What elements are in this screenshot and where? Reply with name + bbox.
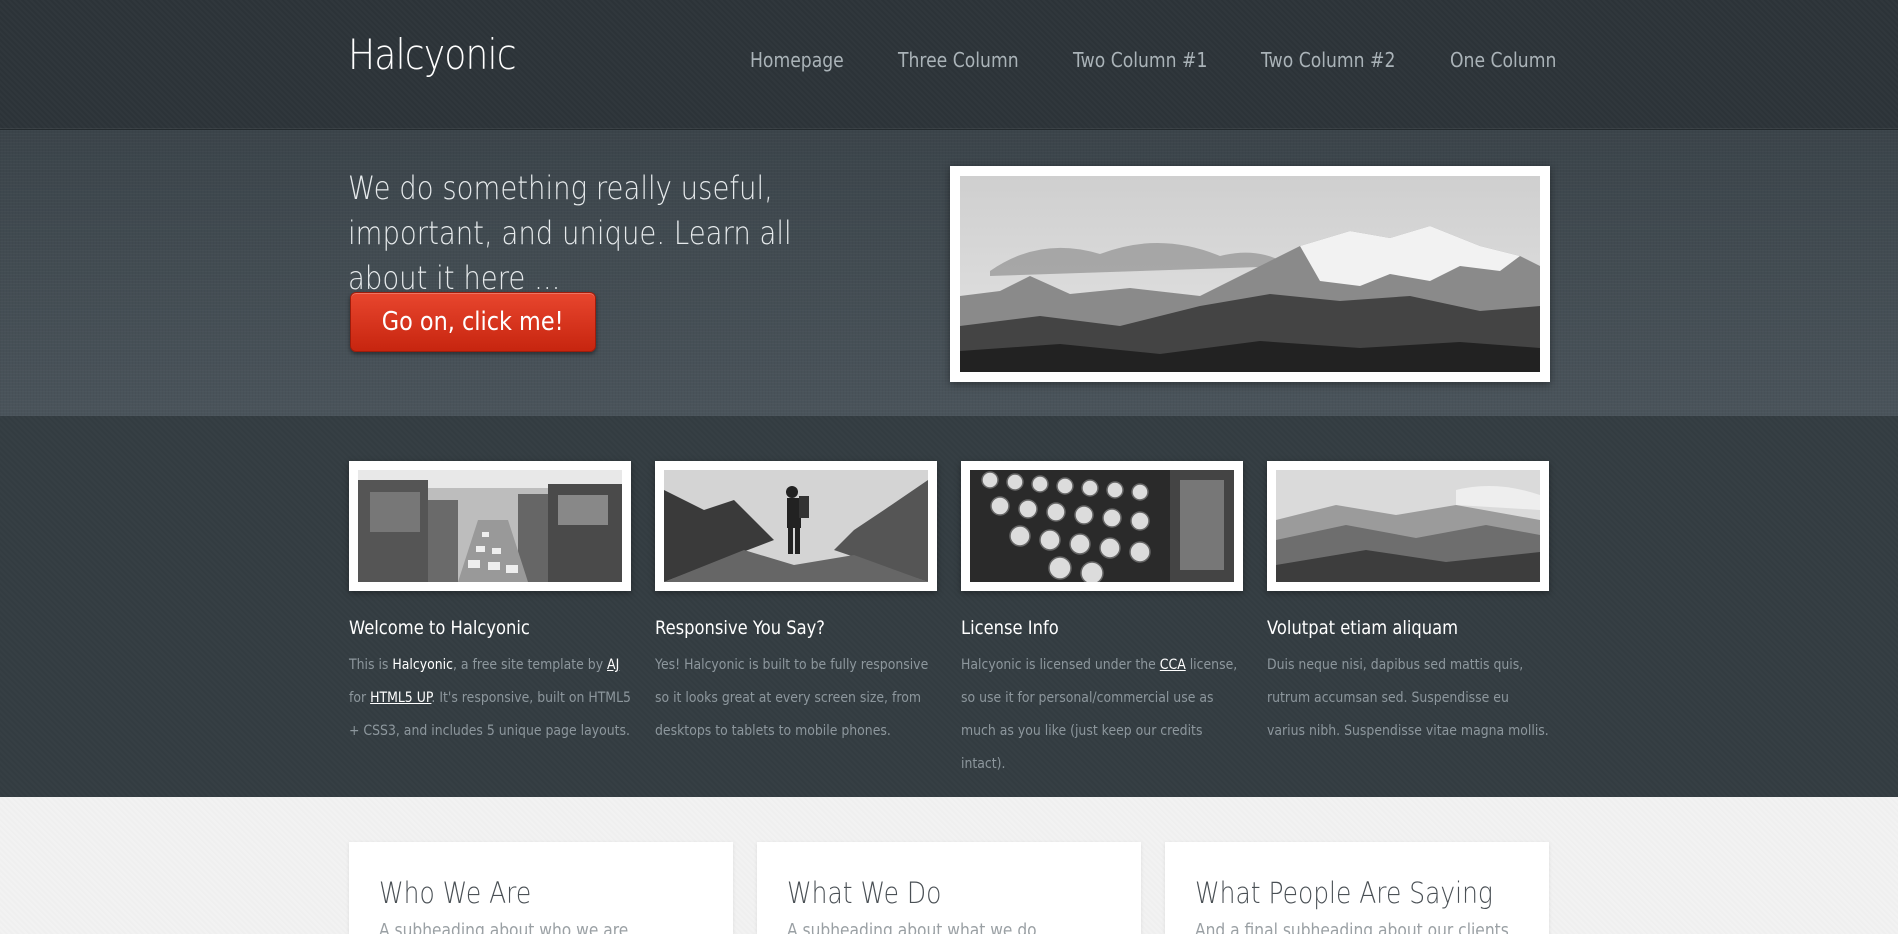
feature-title: Welcome to Halcyonic	[349, 617, 530, 639]
feature-title: Responsive You Say?	[655, 617, 825, 639]
box-subheading: And a final subheading about our clients	[1195, 920, 1509, 934]
feature-text: Duis neque nisi, dapibus sed mattis quis…	[1267, 657, 1549, 739]
feature-title: Volutpat etiam aliquam	[1267, 617, 1459, 639]
feature-license: License Info Halcyonic is licensed under…	[961, 461, 1243, 781]
hero-tagline: We do something really useful, important…	[348, 169, 792, 297]
main-nav: Homepage Three Column Two Column #1 Two …	[0, 48, 1898, 78]
nav-item-homepage[interactable]: Homepage	[750, 48, 844, 72]
box-subheading: A subheading about who we are	[379, 920, 629, 934]
feature-welcome: Welcome to Halcyonic This is Halcyonic, …	[349, 461, 631, 748]
cta-button-label: Go on, click me!	[382, 307, 564, 337]
site-header: Halcyonic Homepage Three Column Two Colu…	[0, 0, 1898, 130]
nav-item-two-column-2[interactable]: Two Column #2	[1261, 48, 1395, 72]
box-who-we-are: Who We Are A subheading about who we are	[349, 842, 733, 934]
hero-banner: We do something really useful, important…	[0, 130, 1898, 416]
feature-text: This is Halcyonic, a free site template …	[349, 657, 631, 739]
typewriter-photo	[970, 470, 1234, 582]
city-traffic-photo	[358, 470, 622, 582]
box-what-we-do: What We Do A subheading about what we do	[757, 842, 1141, 934]
box-title: Who We Are	[379, 876, 532, 910]
feature-image[interactable]	[655, 461, 937, 591]
feature-image[interactable]	[961, 461, 1243, 591]
box-title: What We Do	[787, 876, 942, 910]
nav-item-three-column[interactable]: Three Column	[898, 48, 1019, 72]
box-subheading: A subheading about what we do	[787, 920, 1037, 934]
features-section: Welcome to Halcyonic This is Halcyonic, …	[0, 416, 1898, 797]
feature-highlight: Halcyonic	[392, 657, 453, 673]
cca-link[interactable]: CCA	[1160, 657, 1186, 673]
feature-text: Halcyonic is licensed under the CCA lice…	[961, 657, 1238, 772]
box-title: What People Are Saying	[1195, 876, 1493, 910]
main-content: Who We Are A subheading about who we are…	[0, 797, 1898, 934]
feature-image[interactable]	[1267, 461, 1549, 591]
mountain-landscape-image	[960, 176, 1540, 372]
cta-button[interactable]: Go on, click me!	[350, 292, 596, 352]
nav-item-two-column-1[interactable]: Two Column #1	[1073, 48, 1207, 72]
hiker-photo	[664, 470, 928, 582]
feature-image[interactable]	[349, 461, 631, 591]
box-testimonials: What People Are Saying And a final subhe…	[1165, 842, 1549, 934]
nav-item-one-column[interactable]: One Column	[1450, 48, 1556, 72]
hills-photo	[1276, 470, 1540, 582]
author-link[interactable]: AJ	[607, 657, 619, 673]
feature-text: Yes! Halcyonic is built to be fully resp…	[655, 657, 929, 739]
feature-responsive: Responsive You Say? Yes! Halcyonic is bu…	[655, 461, 937, 748]
feature-title: License Info	[961, 617, 1059, 639]
feature-volutpat: Volutpat etiam aliquam Duis neque nisi, …	[1267, 461, 1549, 748]
html5up-link[interactable]: HTML5 UP	[370, 690, 431, 706]
banner-image	[950, 166, 1550, 382]
